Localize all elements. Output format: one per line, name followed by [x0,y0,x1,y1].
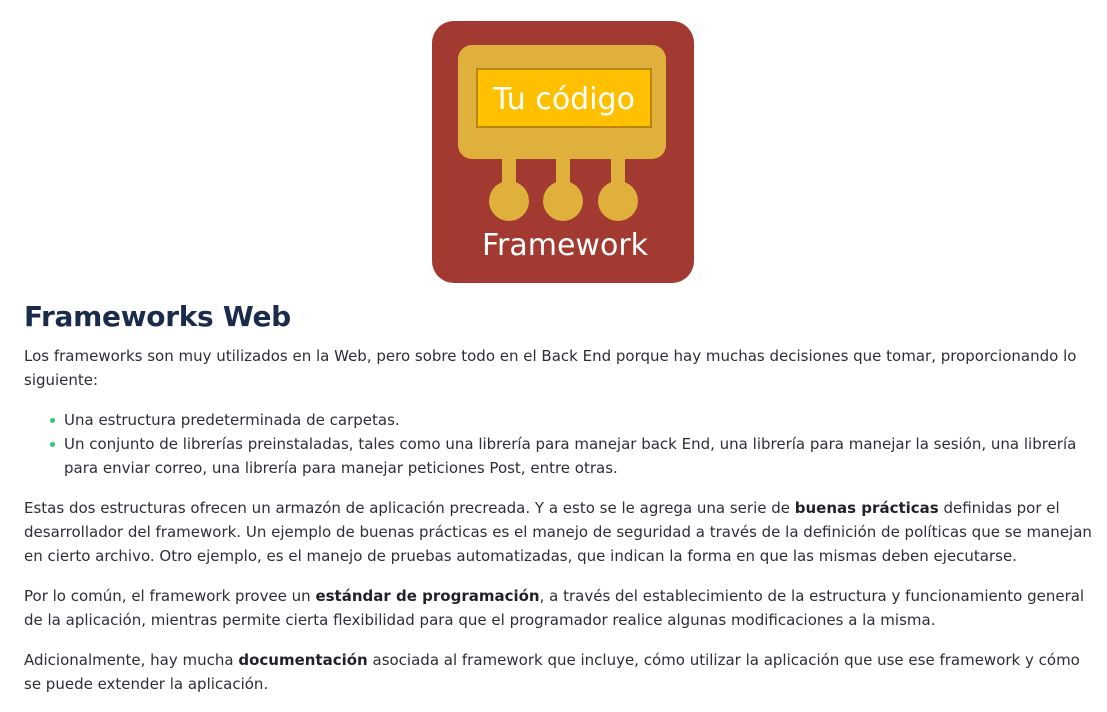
bullet-icon [50,418,55,423]
connector-3-stem [611,157,625,185]
code-label: Tu código [492,82,635,117]
bullet-icon [50,442,55,447]
framework-label: Framework [482,228,649,263]
feature-list: Una estructura predeterminada de carpeta… [24,408,1094,480]
p3-bold: estándar de programación [315,587,540,605]
framework-illustration: Tu código Framework [432,21,694,283]
standard-paragraph: Por lo común, el framework provee un est… [24,584,1094,632]
p2-text-before: Estas dos estructuras ofrecen un armazón… [24,499,795,517]
p2-bold: buenas prácticas [794,499,939,517]
article-body: Los frameworks son muy utilizados en la … [24,344,1094,712]
list-item-text: Un conjunto de librerías preinstaladas, … [64,435,1077,477]
connector-1-stem [502,157,516,185]
list-item: Un conjunto de librerías preinstaladas, … [50,432,1094,480]
documentation-paragraph: Adicionalmente, hay mucha documentación … [24,648,1094,696]
page-title: Frameworks Web [24,300,291,333]
connector-2-stem [556,157,570,185]
illustration-wrap: Tu código Framework [432,21,694,283]
connector-3-node [598,181,638,221]
connector-1-node [489,181,529,221]
best-practices-paragraph: Estas dos estructuras ofrecen un armazón… [24,496,1094,568]
p4-text-before: Adicionalmente, hay mucha [24,651,239,669]
list-item-text: Una estructura predeterminada de carpeta… [64,411,400,429]
intro-paragraph: Los frameworks son muy utilizados en la … [24,347,1077,389]
p4-bold: documentación [238,651,368,669]
p3-text-before: Por lo común, el framework provee un [24,587,316,605]
list-item: Una estructura predeterminada de carpeta… [50,408,1094,432]
connector-2-node [543,181,583,221]
